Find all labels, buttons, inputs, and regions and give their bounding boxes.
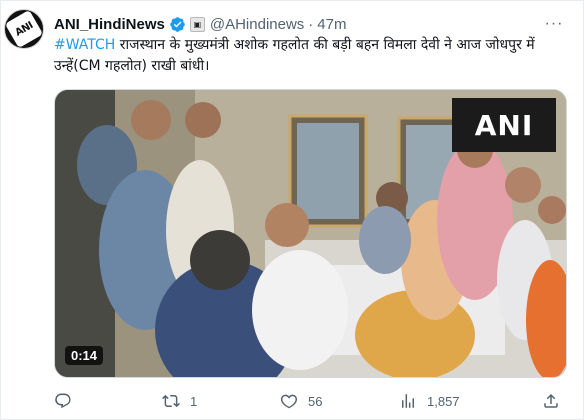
separator-dot: · <box>308 15 314 33</box>
more-options-icon[interactable]: ··· <box>541 11 567 37</box>
reply-button[interactable] <box>54 389 82 413</box>
action-bar: 1 56 1,857 <box>54 389 567 413</box>
org-affiliation-icon[interactable]: ▣ <box>189 16 205 32</box>
like-count: 56 <box>308 393 323 409</box>
video-duration-badge: 0:14 <box>65 346 104 365</box>
video-media[interactable]: ANI 0:14 <box>54 89 567 378</box>
like-button[interactable]: 56 <box>280 389 322 413</box>
share-icon <box>544 393 558 408</box>
ani-watermark: ANI <box>452 98 556 152</box>
tweet-card[interactable]: ANI ANI_HindiNews ▣ @AHindinews · 47m ··… <box>0 0 584 420</box>
share-button[interactable] <box>542 389 560 413</box>
retweet-count: 1 <box>190 393 198 409</box>
tweet-header: ANI_HindiNews ▣ @AHindinews · 47m <box>54 13 543 35</box>
tweet-text: #WATCH राजस्थान के मुख्यमंत्री अशोक गहलो… <box>54 35 561 77</box>
reply-icon <box>55 393 71 409</box>
handle[interactable]: @AHindinews <box>210 16 304 33</box>
retweet-button[interactable]: 1 <box>162 389 197 413</box>
views-count: 1,857 <box>427 393 460 409</box>
retweet-icon <box>162 394 180 408</box>
display-name[interactable]: ANI_HindiNews <box>54 16 165 33</box>
avatar-logo: ANI <box>4 9 44 49</box>
tweet-body: राजस्थान के मुख्यमंत्री अशोक गहलोत की बड… <box>54 37 535 74</box>
avatar[interactable]: ANI <box>4 9 44 49</box>
verified-badge-icon <box>170 16 185 32</box>
timestamp[interactable]: 47m <box>317 16 346 33</box>
hashtag-link[interactable]: #WATCH <box>54 37 115 53</box>
views-button[interactable]: 1,857 <box>399 389 460 413</box>
heart-icon <box>280 394 298 409</box>
views-chart-icon <box>402 394 414 408</box>
